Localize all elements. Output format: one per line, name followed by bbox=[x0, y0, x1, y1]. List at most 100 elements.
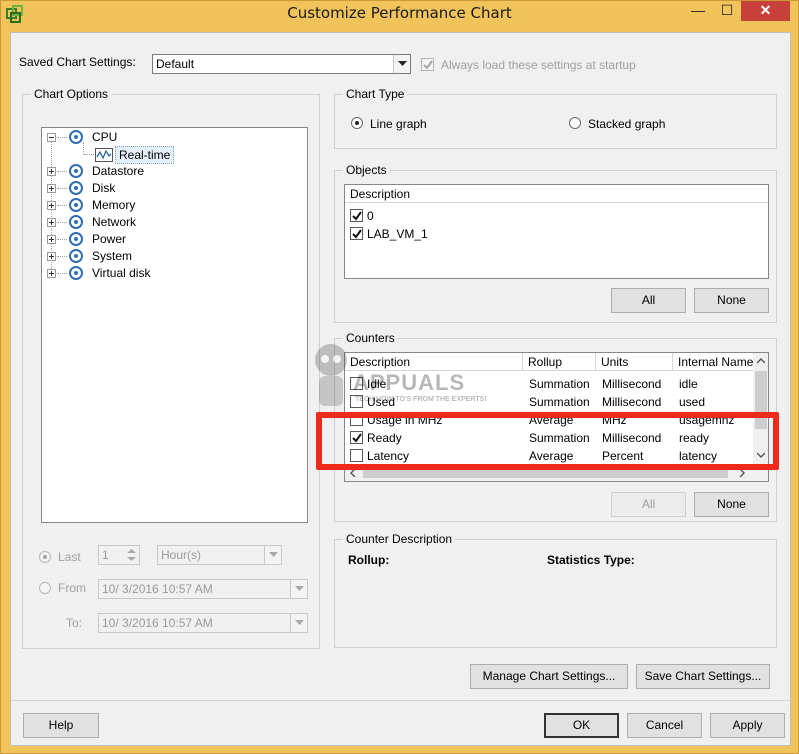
chevron-down-icon bbox=[264, 546, 281, 564]
counter-rollup: Summation bbox=[529, 377, 590, 391]
always-load-checkbox[interactable] bbox=[421, 58, 434, 71]
tree-item-cpu[interactable]: CPU bbox=[42, 129, 302, 146]
last-radio[interactable] bbox=[39, 551, 51, 563]
object-row-1[interactable]: LAB_VM_1 bbox=[345, 225, 765, 242]
counter-icon bbox=[69, 232, 83, 246]
counter-description-title: Counter Description bbox=[343, 532, 456, 546]
expand-icon[interactable] bbox=[47, 252, 56, 261]
chart-options-title: Chart Options bbox=[31, 87, 112, 101]
cancel-button[interactable]: Cancel bbox=[627, 713, 702, 738]
object-row-0[interactable]: 0 bbox=[345, 207, 765, 224]
object-checkbox[interactable] bbox=[350, 209, 363, 222]
tree-item-power[interactable]: Power bbox=[42, 231, 302, 248]
counter-rollup: Summation bbox=[529, 395, 590, 409]
tree-item-datastore[interactable]: Datastore bbox=[42, 163, 302, 180]
to-datetime-value: 10/ 3/2016 10:57 AM bbox=[102, 616, 213, 630]
maximize-button[interactable]: ☐ bbox=[714, 1, 740, 21]
line-graph-label: Line graph bbox=[370, 117, 427, 131]
footer-divider bbox=[11, 700, 790, 701]
appuals-watermark: APPUALS TECH HOW-TO'S FROM THE EXPERTS! bbox=[309, 340, 509, 430]
objects-list[interactable]: Description 0 LAB_VM_1 bbox=[344, 184, 769, 279]
tree-item-memory[interactable]: Memory bbox=[42, 197, 302, 214]
tree-item-label: System bbox=[92, 249, 133, 263]
tree-item-network[interactable]: Network bbox=[42, 214, 302, 231]
last-value: 1 bbox=[102, 548, 109, 562]
collapse-icon[interactable] bbox=[47, 133, 56, 142]
object-label: LAB_VM_1 bbox=[367, 227, 428, 241]
counters-column-internal-name[interactable]: Internal Name bbox=[673, 353, 754, 371]
chart-type-title: Chart Type bbox=[343, 87, 408, 101]
scroll-right-icon[interactable] bbox=[739, 469, 745, 477]
counters-column-rollup[interactable]: Rollup bbox=[523, 353, 596, 371]
from-radio[interactable] bbox=[39, 582, 51, 594]
watermark-brand: APPUALS bbox=[353, 370, 466, 395]
apply-button[interactable]: Apply bbox=[710, 713, 785, 738]
objects-all-button[interactable]: All bbox=[611, 288, 686, 313]
counter-internal-name: idle bbox=[679, 377, 698, 391]
counters-all-button[interactable]: All bbox=[611, 492, 686, 517]
tree-item-disk[interactable]: Disk bbox=[42, 180, 302, 197]
objects-title: Objects bbox=[343, 163, 390, 177]
saved-settings-label: Saved Chart Settings: bbox=[19, 55, 136, 69]
title-bar[interactable]: Customize Performance Chart — ☐ ✕ bbox=[1, 1, 798, 27]
manage-chart-settings-button[interactable]: Manage Chart Settings... bbox=[470, 664, 628, 689]
tree-item-realtime[interactable]: Real-time bbox=[42, 146, 302, 164]
to-datetime-picker[interactable]: 10/ 3/2016 10:57 AM bbox=[98, 613, 308, 633]
counters-none-button[interactable]: None bbox=[694, 492, 769, 517]
ok-button[interactable]: OK bbox=[544, 713, 619, 738]
expand-icon[interactable] bbox=[47, 201, 56, 210]
tree-item-label: Real-time bbox=[115, 146, 175, 164]
expand-icon[interactable] bbox=[47, 184, 56, 193]
tree-item-system[interactable]: System bbox=[42, 248, 302, 265]
stacked-graph-radio[interactable] bbox=[569, 117, 581, 129]
dialog-window: Customize Performance Chart — ☐ ✕ Saved … bbox=[0, 0, 799, 754]
from-label: From bbox=[58, 581, 86, 595]
watermark-tagline: TECH HOW-TO'S FROM THE EXPERTS! bbox=[355, 396, 487, 403]
tree-item-virtual-disk[interactable]: Virtual disk bbox=[42, 265, 302, 282]
minimize-button[interactable]: — bbox=[685, 1, 711, 21]
tree-item-label: CPU bbox=[92, 130, 118, 144]
always-load-label: Always load these settings at startup bbox=[441, 58, 636, 72]
expand-icon[interactable] bbox=[47, 167, 56, 176]
counter-units: Millisecond bbox=[602, 395, 662, 409]
spinner-arrows-icon bbox=[127, 549, 136, 561]
object-label: 0 bbox=[367, 209, 374, 223]
counter-icon bbox=[69, 164, 83, 178]
counter-icon bbox=[69, 249, 83, 263]
tree-item-label: Virtual disk bbox=[92, 266, 151, 280]
rollup-label: Rollup: bbox=[348, 553, 390, 567]
close-button[interactable]: ✕ bbox=[741, 1, 790, 21]
saved-settings-dropdown[interactable]: Default bbox=[152, 54, 411, 74]
objects-column-description[interactable]: Description bbox=[345, 185, 768, 203]
stacked-graph-label: Stacked graph bbox=[588, 117, 666, 131]
counter-icon bbox=[69, 130, 83, 144]
objects-none-button[interactable]: None bbox=[694, 288, 769, 313]
counter-internal-name: used bbox=[679, 395, 706, 409]
expand-icon[interactable] bbox=[47, 218, 56, 227]
expand-icon[interactable] bbox=[47, 269, 56, 278]
metrics-tree[interactable]: CPU Real-time Datastore Disk Memory Netw… bbox=[41, 127, 308, 523]
line-graph-radio[interactable] bbox=[351, 117, 363, 129]
line-chart-icon bbox=[95, 148, 113, 162]
expand-icon[interactable] bbox=[47, 235, 56, 244]
counters-column-units[interactable]: Units bbox=[596, 353, 673, 371]
tree-item-label: Memory bbox=[92, 198, 136, 212]
help-button[interactable]: Help bbox=[23, 713, 99, 738]
tree-item-label: Power bbox=[92, 232, 127, 246]
scroll-up-icon[interactable] bbox=[757, 358, 765, 364]
counter-icon bbox=[69, 198, 83, 212]
object-checkbox[interactable] bbox=[350, 227, 363, 240]
save-chart-settings-button[interactable]: Save Chart Settings... bbox=[636, 664, 770, 689]
last-value-spinner[interactable]: 1 bbox=[98, 545, 140, 565]
mascot-logo-icon bbox=[315, 344, 347, 406]
from-datetime-picker[interactable]: 10/ 3/2016 10:57 AM bbox=[98, 579, 308, 599]
counter-icon bbox=[69, 215, 83, 229]
counter-icon bbox=[69, 181, 83, 195]
last-unit-dropdown[interactable]: Hour(s) bbox=[157, 545, 282, 565]
scroll-left-icon[interactable] bbox=[350, 469, 356, 477]
from-datetime-value: 10/ 3/2016 10:57 AM bbox=[102, 582, 213, 596]
chevron-down-icon bbox=[393, 55, 410, 73]
counter-icon bbox=[69, 266, 83, 280]
window-title: Customize Performance Chart bbox=[287, 4, 512, 22]
counter-units: Millisecond bbox=[602, 377, 662, 391]
